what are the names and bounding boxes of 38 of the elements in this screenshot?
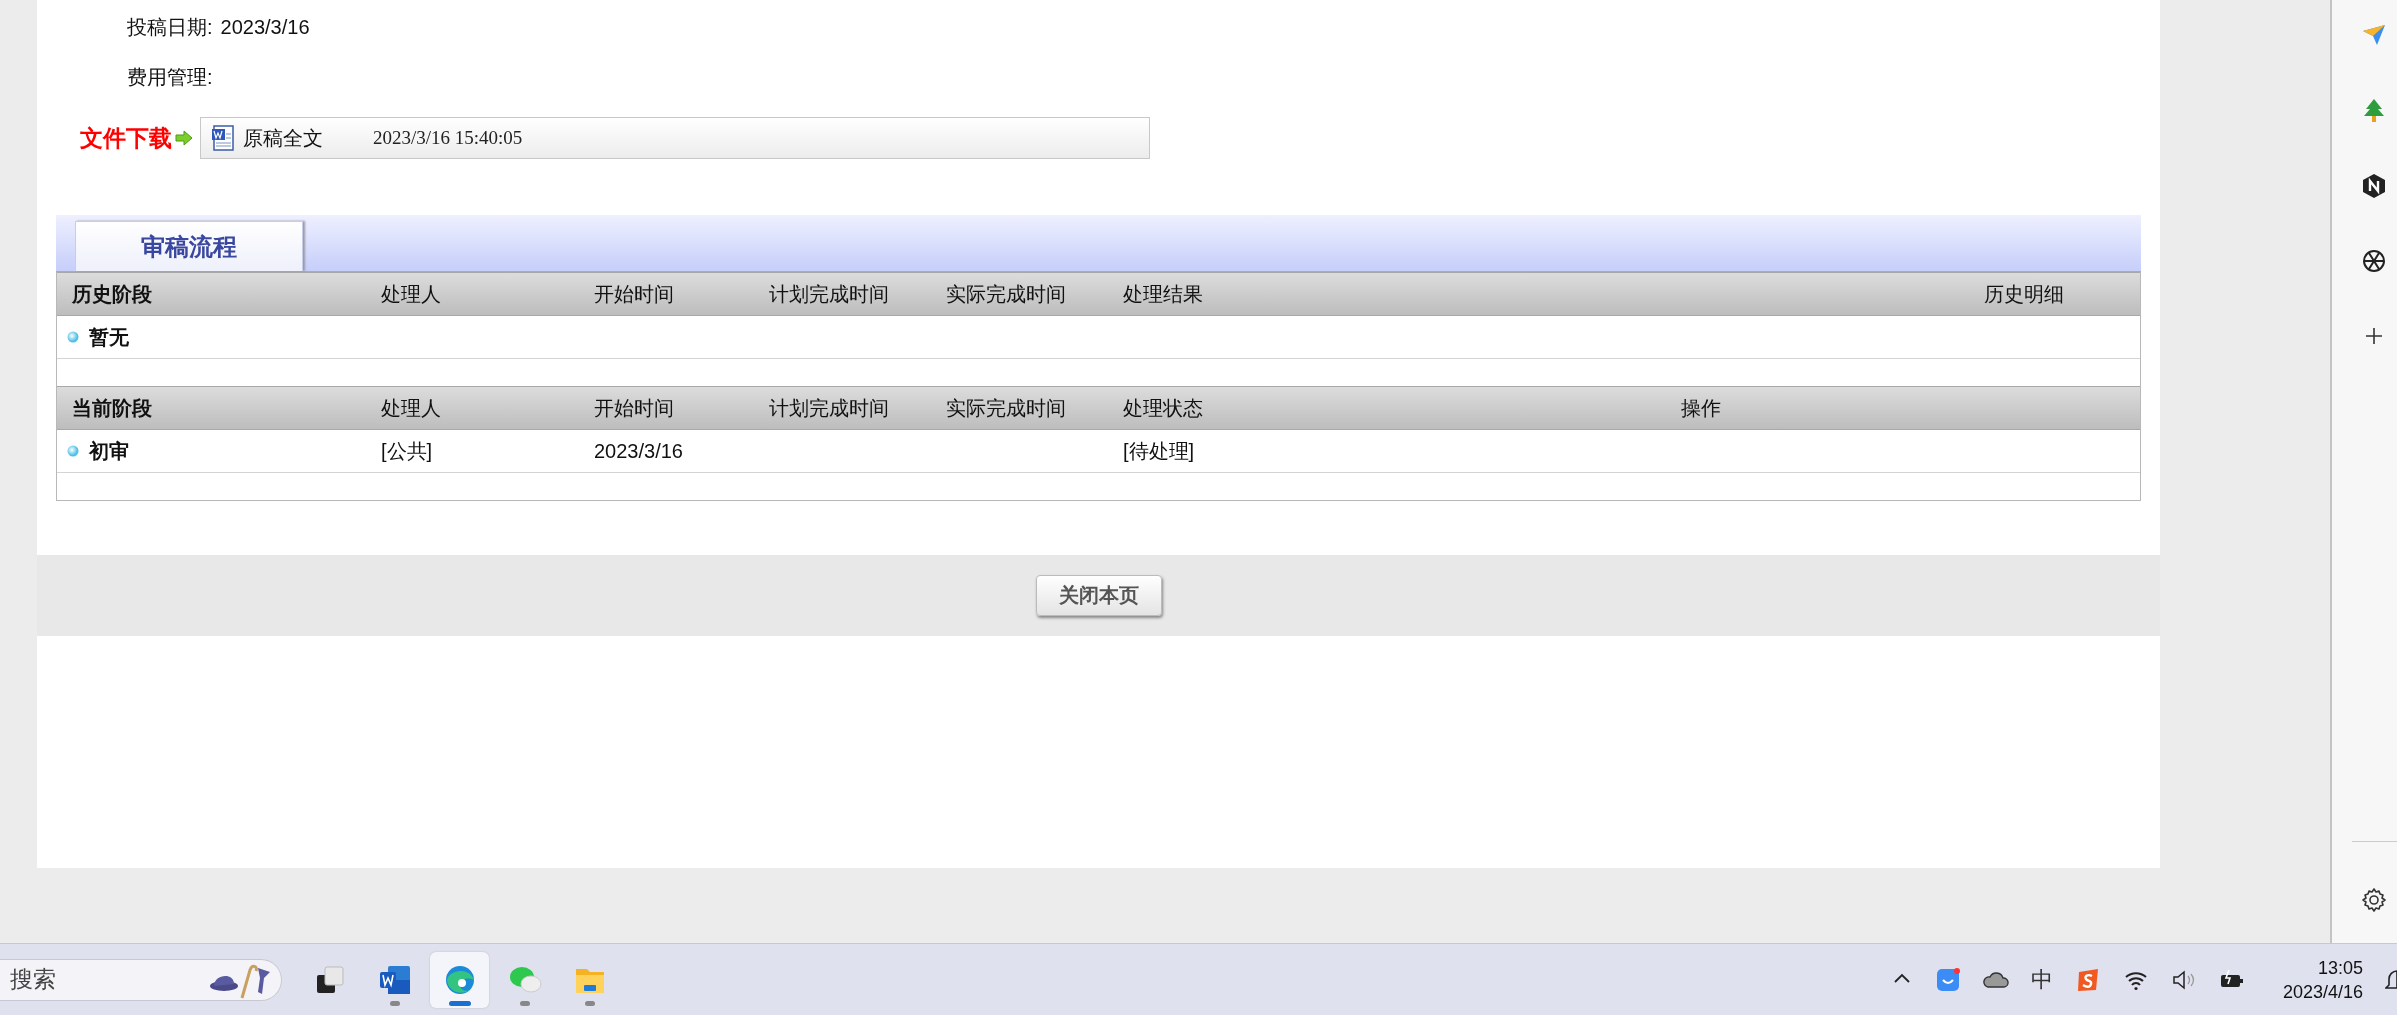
download-label: 文件下载 — [80, 123, 172, 153]
column-header: 处理结果 — [1122, 281, 1204, 307]
field-label: 投稿日期: — [127, 16, 213, 38]
column-header: 历史明细 — [1983, 281, 2065, 307]
bullet-icon — [67, 445, 79, 457]
column-header: 操作 — [1680, 395, 1722, 421]
date-text: 2023/4/16 — [2282, 980, 2363, 1004]
search-field[interactable]: 搜索 — [0, 958, 282, 1001]
table-cell-text: [公共] — [380, 438, 434, 464]
clock[interactable]: 13:05 2023/4/16 — [2282, 955, 2363, 1004]
smiley-icon[interactable] — [1934, 966, 1961, 993]
document-icon — [211, 125, 235, 151]
file-time: 2023/3/16 15:40:05 — [373, 127, 523, 149]
column-header: 开始时间 — [593, 395, 675, 421]
column-header: 处理人 — [380, 395, 442, 421]
table-cell-text: [待处理] — [1122, 438, 1196, 464]
bullet-icon — [67, 331, 79, 343]
column-header: 实际完成时间 — [945, 281, 1067, 307]
column-header: 计划完成时间 — [768, 281, 890, 307]
column-header: 计划完成时间 — [768, 395, 890, 421]
time-text: 13:05 — [2317, 956, 2363, 980]
close-button[interactable]: 关闭本页 — [1035, 575, 1162, 616]
settings-icon[interactable] — [2359, 886, 2388, 914]
table-cell-text: 2023/3/16 — [593, 439, 684, 463]
column-header: 实际完成时间 — [945, 395, 1067, 421]
stage-name: 初审 — [89, 438, 129, 464]
column-header: 开始时间 — [593, 281, 675, 307]
column-header: 当前阶段 — [71, 395, 153, 421]
column-header: 处理人 — [380, 281, 442, 307]
column-header: 历史阶段 — [71, 281, 153, 307]
arrow-icon — [175, 130, 193, 146]
input-method-indicator[interactable]: 中 — [2030, 964, 2053, 995]
stage-name: 暂无 — [89, 324, 129, 350]
column-header: 处理状态 — [1122, 395, 1204, 421]
field-label: 费用管理: — [127, 66, 213, 88]
tab[interactable]: 审稿流程 — [75, 221, 303, 271]
file-link[interactable]: 原稿全文 — [243, 124, 323, 152]
field-value: 2023/3/16 — [220, 16, 310, 38]
